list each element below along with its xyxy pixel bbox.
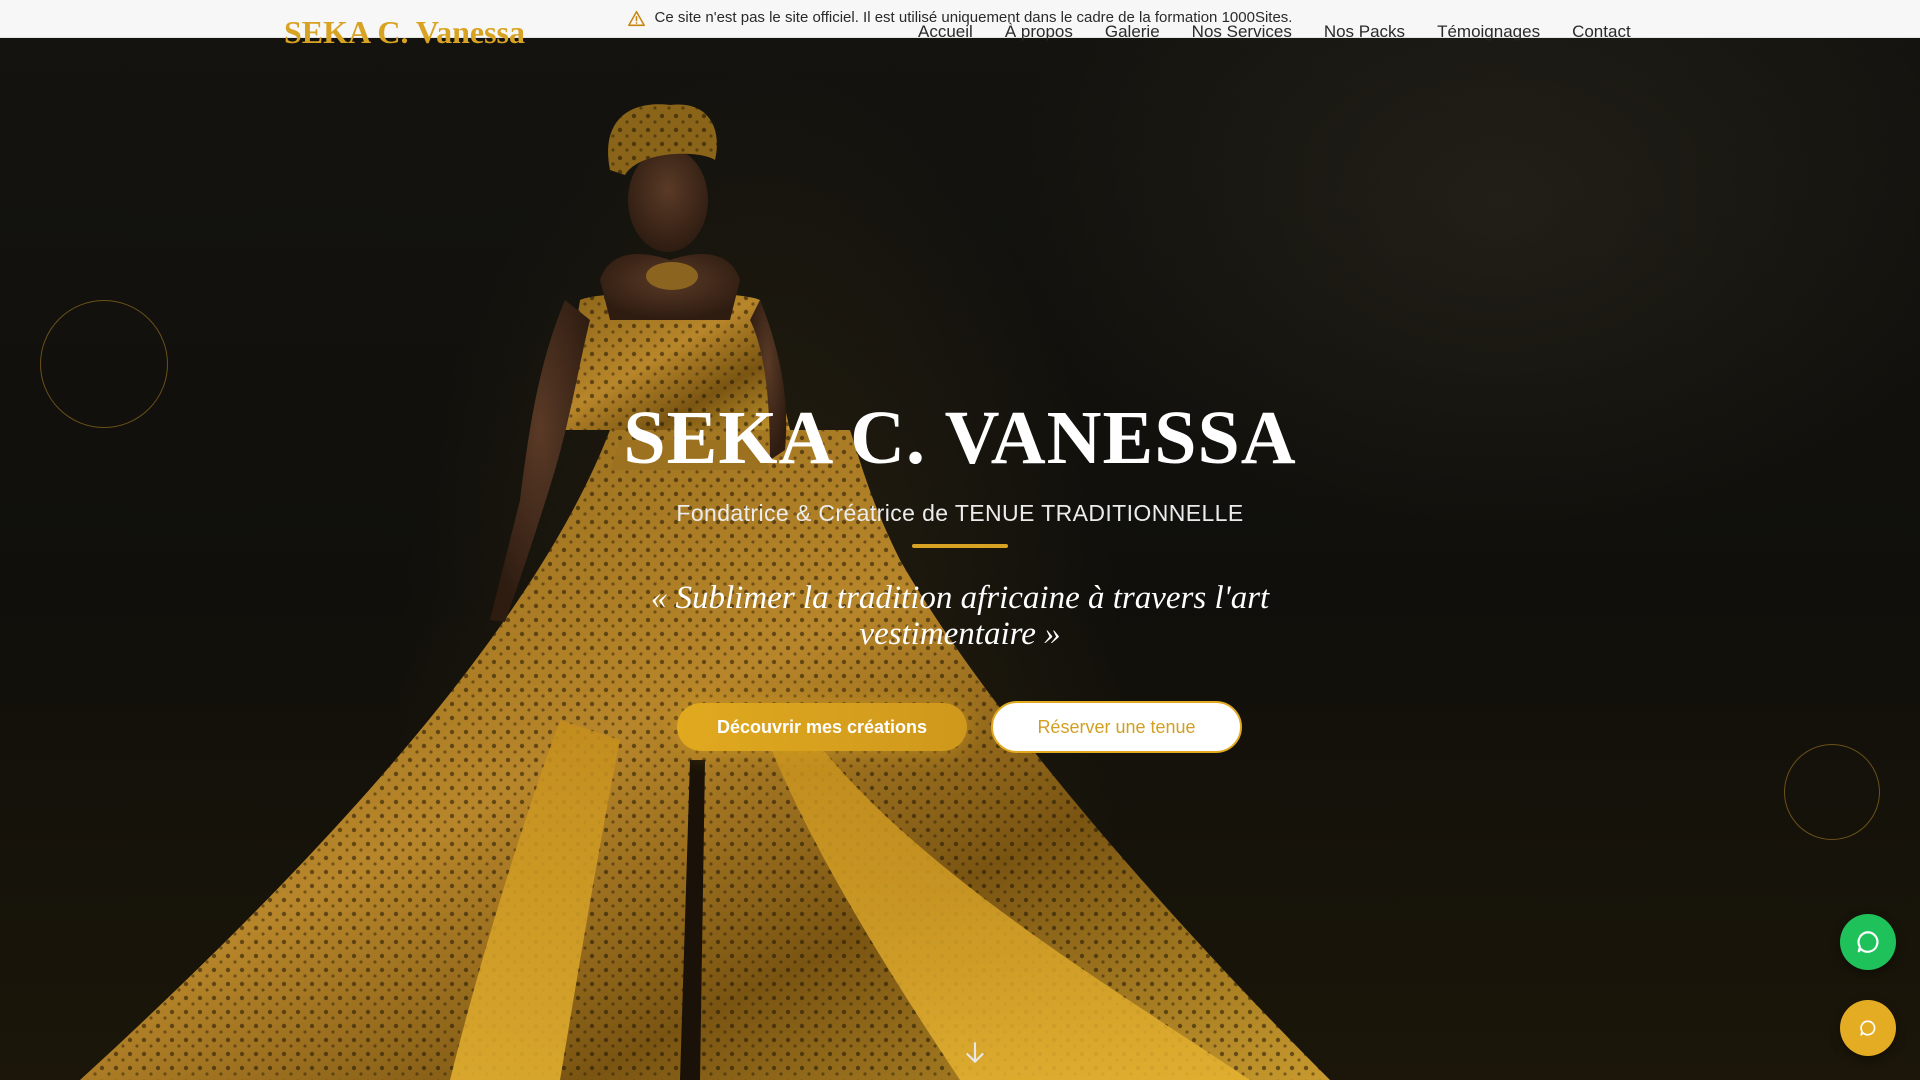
nav-link-nos-services[interactable]: Nos Services bbox=[1192, 22, 1292, 42]
whatsapp-icon bbox=[1857, 931, 1879, 953]
hero-subtitle: Fondatrice & Créatrice de TENUE TRADITIO… bbox=[676, 500, 1244, 526]
nav-link-contact[interactable]: Contact bbox=[1572, 22, 1631, 42]
nav-link-accueil[interactable]: Accueil bbox=[918, 22, 973, 42]
hero-divider bbox=[912, 544, 1008, 548]
whatsapp-button[interactable] bbox=[1840, 914, 1896, 970]
main-navigation: Accueil À propos Galerie Nos Services No… bbox=[918, 22, 1663, 42]
warning-triangle-icon bbox=[627, 10, 645, 27]
site-logo[interactable]: SEKA C. Vanessa bbox=[284, 14, 525, 51]
hero-title: SEKA C. VANESSA bbox=[623, 396, 1297, 480]
nav-link-a-propos[interactable]: À propos bbox=[1005, 22, 1073, 42]
nav-link-galerie[interactable]: Galerie bbox=[1105, 22, 1160, 42]
discover-creations-button[interactable]: Découvrir mes créations bbox=[677, 703, 967, 751]
nav-link-temoignages[interactable]: Témoignages bbox=[1437, 22, 1540, 42]
reserve-outfit-button[interactable]: Réserver une tenue bbox=[991, 701, 1242, 753]
chat-bubble-icon bbox=[1860, 1020, 1876, 1036]
arrow-down-icon[interactable] bbox=[962, 1040, 988, 1066]
nav-link-nos-packs[interactable]: Nos Packs bbox=[1324, 22, 1405, 42]
chat-button[interactable] bbox=[1840, 1000, 1896, 1056]
hero-quote: « Sublimer la tradition africaine à trav… bbox=[650, 580, 1270, 652]
hero-section: SEKA C. VANESSA Fondatrice & Créatrice d… bbox=[0, 0, 1920, 1080]
